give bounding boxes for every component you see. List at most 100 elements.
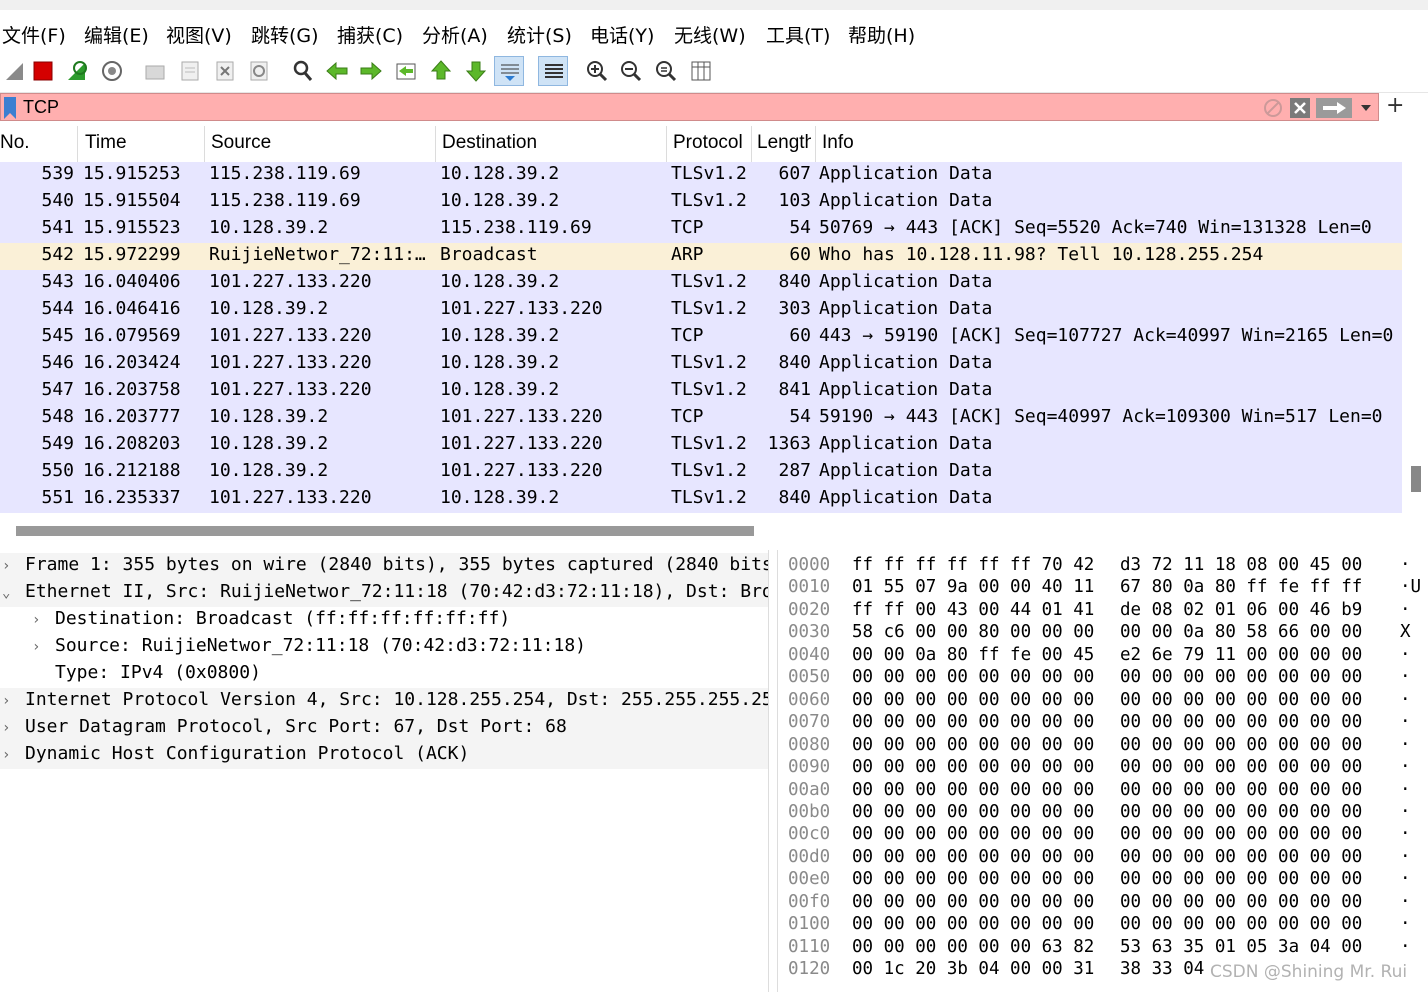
chevron-down-icon[interactable]: ⌄ xyxy=(2,585,10,601)
hex-offset[interactable]: 00a0 xyxy=(788,780,830,800)
menu-item[interactable]: 工具(T) xyxy=(766,21,830,48)
table-row[interactable]: 540 15.915504 115.238.119.69 10.128.39.2 TLS… xyxy=(0,189,1402,216)
column-divider[interactable] xyxy=(751,126,752,162)
menu-item[interactable]: 编辑(E) xyxy=(84,21,149,48)
table-row[interactable]: 539 15.915253 115.238.119.69 10.128.39.2 TLS… xyxy=(0,162,1402,189)
chevron-right-icon[interactable]: › xyxy=(32,612,40,628)
scrollbar-thumb[interactable] xyxy=(16,526,754,536)
detail-tree-item[interactable]: › Dynamic Host Configuration Protocol (AC… xyxy=(0,742,768,769)
ascii-bytes[interactable]: · xyxy=(1400,780,1411,800)
hex-offset[interactable]: 0010 xyxy=(788,577,830,597)
column-header-info[interactable]: Info xyxy=(822,132,1122,154)
chevron-right-icon[interactable]: › xyxy=(2,720,10,736)
table-row[interactable]: 546 16.203424 101.227.133.220 10.128.39.2 TL… xyxy=(0,351,1402,378)
hex-bytes[interactable]: 00 00 00 00 00 00 00 00 xyxy=(852,869,1094,889)
hex-offset[interactable]: 0040 xyxy=(788,645,830,665)
menu-item[interactable]: 跳转(G) xyxy=(251,21,319,48)
hex-bytes[interactable]: 00 00 00 00 00 00 00 00 xyxy=(852,667,1094,687)
detail-tree-item[interactable]: › Source: RuijieNetwor_72:11:18 (70:42:d3… xyxy=(0,634,768,661)
column-header-length[interactable]: Length xyxy=(757,132,811,154)
ascii-bytes[interactable]: · xyxy=(1400,757,1411,777)
column-divider[interactable] xyxy=(435,126,436,162)
ascii-bytes[interactable]: · xyxy=(1400,645,1411,665)
shark-fin-start-icon[interactable] xyxy=(0,56,30,86)
capture-options-gear-icon[interactable] xyxy=(97,56,127,86)
hex-bytes[interactable]: 00 00 00 00 00 00 63 82 xyxy=(852,937,1094,957)
hex-bytes[interactable]: 00 00 00 00 00 00 00 00 xyxy=(1120,757,1362,777)
zoom-normal-icon[interactable] xyxy=(651,56,681,86)
menu-item[interactable]: 视图(V) xyxy=(166,21,232,48)
hex-offset[interactable]: 0100 xyxy=(788,914,830,934)
column-divider[interactable] xyxy=(815,126,816,162)
stop-capture-button[interactable] xyxy=(28,56,58,86)
hex-bytes[interactable]: 00 00 00 00 00 00 00 00 xyxy=(1120,667,1362,687)
resize-columns-icon[interactable] xyxy=(686,56,716,86)
hex-offset[interactable]: 0110 xyxy=(788,937,830,957)
column-divider[interactable] xyxy=(666,126,667,162)
hex-offset[interactable]: 00b0 xyxy=(788,802,830,822)
ascii-bytes[interactable]: · xyxy=(1400,802,1411,822)
detail-tree-item[interactable]: › Frame 1: 355 bytes on wire (2840 bits),… xyxy=(0,553,768,580)
ascii-bytes[interactable]: · xyxy=(1400,735,1411,755)
ascii-bytes[interactable]: · xyxy=(1400,824,1411,844)
hex-bytes[interactable]: 00 1c 20 3b 04 00 00 31 xyxy=(852,959,1094,979)
ascii-bytes[interactable]: · xyxy=(1400,892,1411,912)
hex-bytes[interactable]: 00 00 00 00 00 00 00 00 xyxy=(1120,712,1362,732)
detail-tree-item[interactable]: Type: IPv4 (0x0800) xyxy=(0,661,768,688)
ascii-bytes[interactable]: · xyxy=(1400,847,1411,867)
auto-scroll-toggle-icon[interactable] xyxy=(494,56,524,86)
hex-offset[interactable]: 0030 xyxy=(788,622,830,642)
close-icon[interactable] xyxy=(1289,97,1311,119)
menu-item[interactable]: 分析(A) xyxy=(422,21,488,48)
hex-bytes[interactable]: 00 00 00 00 00 00 00 00 xyxy=(852,757,1094,777)
hex-bytes[interactable]: 00 00 00 00 00 00 00 00 xyxy=(1120,735,1362,755)
ascii-bytes[interactable]: · xyxy=(1400,667,1411,687)
ascii-bytes[interactable]: · xyxy=(1400,555,1411,575)
hex-bytes[interactable]: d3 72 11 18 08 00 45 00 xyxy=(1120,555,1362,575)
table-row[interactable]: 545 16.079569 101.227.133.220 10.128.39.2 TC… xyxy=(0,324,1402,351)
column-divider[interactable] xyxy=(77,126,78,162)
chevron-right-icon[interactable]: › xyxy=(2,558,10,574)
column-header-protocol[interactable]: Protocol xyxy=(673,132,751,154)
go-back-arrow-icon[interactable] xyxy=(322,56,352,86)
ascii-bytes[interactable]: · xyxy=(1400,869,1411,889)
ascii-bytes[interactable]: · xyxy=(1400,600,1411,620)
table-row[interactable]: 549 16.208203 10.128.39.2 101.227.133.220 TL… xyxy=(0,432,1402,459)
hex-bytes[interactable]: 00 00 00 00 00 00 00 00 xyxy=(852,847,1094,867)
table-row[interactable]: 541 15.915523 10.128.39.2 115.238.119.69 TCP… xyxy=(0,216,1402,243)
hex-bytes[interactable]: 00 00 00 00 00 00 00 00 xyxy=(852,914,1094,934)
apply-filter-arrow-icon[interactable] xyxy=(1315,97,1353,119)
add-filter-button[interactable]: + xyxy=(1386,93,1404,118)
hex-bytes[interactable]: 00 00 00 00 00 00 00 00 xyxy=(852,712,1094,732)
column-header-time[interactable]: Time xyxy=(85,132,200,154)
hex-offset[interactable]: 0000 xyxy=(788,555,830,575)
hex-offset[interactable]: 0020 xyxy=(788,600,830,620)
packet-list-horizontal-scrollbar[interactable] xyxy=(0,514,1428,548)
hex-offset[interactable]: 0090 xyxy=(788,757,830,777)
hex-bytes[interactable]: ff ff ff ff ff ff 70 42 xyxy=(852,555,1094,575)
menu-item[interactable]: 电话(Y) xyxy=(590,21,654,48)
detail-tree-item[interactable]: › User Datagram Protocol, Src Port: 67, D… xyxy=(0,715,768,742)
hex-bytes[interactable]: e2 6e 79 11 00 00 00 00 xyxy=(1120,645,1362,665)
hex-offset[interactable]: 0120 xyxy=(788,959,830,979)
hex-bytes[interactable]: 00 00 00 00 00 00 00 00 xyxy=(852,802,1094,822)
hex-bytes[interactable]: 53 63 35 01 05 3a 04 00 xyxy=(1120,937,1362,957)
close-file-icon[interactable] xyxy=(210,56,240,86)
hex-bytes[interactable]: 00 00 00 00 00 00 00 00 xyxy=(852,824,1094,844)
hex-bytes[interactable]: 00 00 0a 80 ff fe 00 45 xyxy=(852,645,1094,665)
hex-offset[interactable]: 0060 xyxy=(788,690,830,710)
table-row[interactable]: 544 16.046416 10.128.39.2 101.227.133.220 TL… xyxy=(0,297,1402,324)
ascii-bytes[interactable]: ·U xyxy=(1400,577,1421,597)
hex-bytes[interactable]: 00 00 0a 80 58 66 00 00 xyxy=(1120,622,1362,642)
hex-bytes[interactable]: 00 00 00 00 00 00 00 00 xyxy=(1120,847,1362,867)
table-row[interactable]: 548 16.203777 10.128.39.2 101.227.133.220 TC… xyxy=(0,405,1402,432)
find-packet-search-icon[interactable] xyxy=(288,56,318,86)
reload-file-icon[interactable] xyxy=(244,56,274,86)
detail-tree-item[interactable]: ⌄ Ethernet II, Src: RuijieNetwor_72:11:18… xyxy=(0,580,768,607)
hex-bytes[interactable]: 38 33 04 xyxy=(1120,959,1204,979)
hex-bytes[interactable]: de 08 02 01 06 00 46 b9 xyxy=(1120,600,1362,620)
hex-bytes[interactable]: 00 00 00 00 00 00 00 00 xyxy=(852,892,1094,912)
hex-bytes[interactable]: 00 00 00 00 00 00 00 00 xyxy=(1120,869,1362,889)
table-row[interactable]: 547 16.203758 101.227.133.220 10.128.39.2 TL… xyxy=(0,378,1402,405)
column-header-no[interactable]: No. xyxy=(0,132,74,154)
